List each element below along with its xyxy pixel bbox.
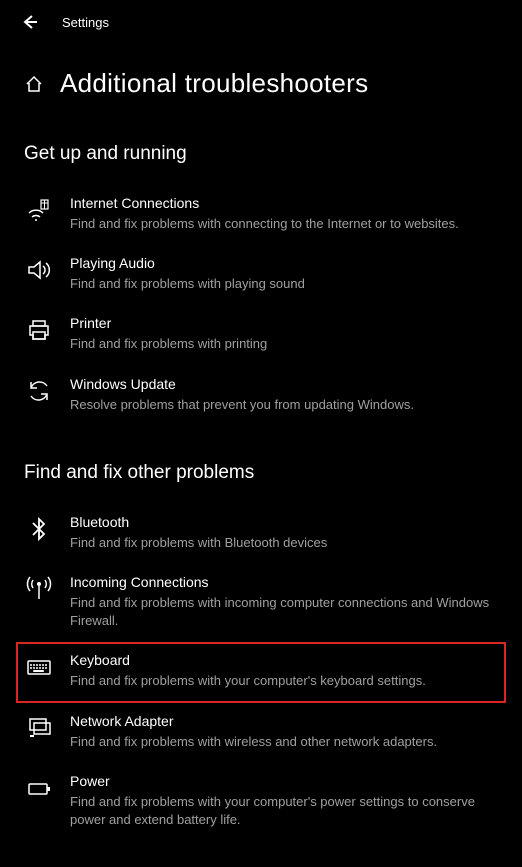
item-content: Incoming Connections Find and fix proble… xyxy=(70,574,496,630)
troubleshooter-network-adapter[interactable]: Network Adapter Find and fix problems wi… xyxy=(24,703,498,763)
item-content: Network Adapter Find and fix problems wi… xyxy=(70,713,496,751)
item-desc: Find and fix problems with playing sound xyxy=(70,275,496,293)
app-name: Settings xyxy=(62,15,109,30)
item-desc: Find and fix problems with connecting to… xyxy=(70,215,496,233)
item-content: Keyboard Find and fix problems with your… xyxy=(70,652,496,690)
sync-icon xyxy=(26,378,52,404)
bluetooth-icon xyxy=(26,516,52,542)
wifi-globe-icon xyxy=(26,197,52,223)
header-bar: Settings xyxy=(0,0,522,44)
troubleshooter-playing-audio[interactable]: Playing Audio Find and fix problems with… xyxy=(24,245,498,305)
troubleshooter-keyboard[interactable]: Keyboard Find and fix problems with your… xyxy=(16,642,506,702)
item-content: Power Find and fix problems with your co… xyxy=(70,773,496,829)
item-content: Internet Connections Find and fix proble… xyxy=(70,195,496,233)
item-title: Bluetooth xyxy=(70,514,496,530)
item-desc: Find and fix problems with printing xyxy=(70,335,496,353)
troubleshooter-bluetooth[interactable]: Bluetooth Find and fix problems with Blu… xyxy=(24,504,498,564)
troubleshooter-power[interactable]: Power Find and fix problems with your co… xyxy=(24,763,498,841)
section-title: Get up and running xyxy=(24,143,498,165)
item-content: Bluetooth Find and fix problems with Blu… xyxy=(70,514,496,552)
back-arrow-icon[interactable] xyxy=(20,13,38,31)
item-desc: Find and fix problems with your computer… xyxy=(70,672,496,690)
keyboard-icon xyxy=(26,654,52,680)
item-title: Windows Update xyxy=(70,376,496,392)
section-other-problems: Find and fix other problems Bluetooth Fi… xyxy=(0,462,522,841)
item-desc: Find and fix problems with wireless and … xyxy=(70,733,496,751)
item-title: Keyboard xyxy=(70,652,496,668)
item-desc: Find and fix problems with your computer… xyxy=(70,793,496,829)
item-title: Internet Connections xyxy=(70,195,496,211)
item-title: Incoming Connections xyxy=(70,574,496,590)
item-content: Playing Audio Find and fix problems with… xyxy=(70,255,496,293)
item-desc: Find and fix problems with incoming comp… xyxy=(70,594,496,630)
speaker-icon xyxy=(26,257,52,283)
item-title: Network Adapter xyxy=(70,713,496,729)
section-title: Find and fix other problems xyxy=(24,462,498,484)
page-title-row: Additional troubleshooters xyxy=(0,44,522,107)
troubleshooter-incoming-connections[interactable]: Incoming Connections Find and fix proble… xyxy=(24,564,498,642)
troubleshooter-printer[interactable]: Printer Find and fix problems with print… xyxy=(24,305,498,365)
item-title: Printer xyxy=(70,315,496,331)
page-title: Additional troubleshooters xyxy=(60,68,368,99)
network-adapter-icon xyxy=(26,715,52,741)
item-desc: Find and fix problems with Bluetooth dev… xyxy=(70,534,496,552)
troubleshooter-windows-update[interactable]: Windows Update Resolve problems that pre… xyxy=(24,366,498,426)
item-content: Windows Update Resolve problems that pre… xyxy=(70,376,496,414)
item-title: Playing Audio xyxy=(70,255,496,271)
item-content: Printer Find and fix problems with print… xyxy=(70,315,496,353)
printer-icon xyxy=(26,317,52,343)
item-desc: Resolve problems that prevent you from u… xyxy=(70,396,496,414)
item-title: Power xyxy=(70,773,496,789)
home-icon[interactable] xyxy=(24,74,44,94)
antenna-icon xyxy=(26,576,52,602)
troubleshooter-internet-connections[interactable]: Internet Connections Find and fix proble… xyxy=(24,185,498,245)
section-get-up-running: Get up and running Internet Connections … xyxy=(0,143,522,426)
battery-icon xyxy=(26,775,52,801)
